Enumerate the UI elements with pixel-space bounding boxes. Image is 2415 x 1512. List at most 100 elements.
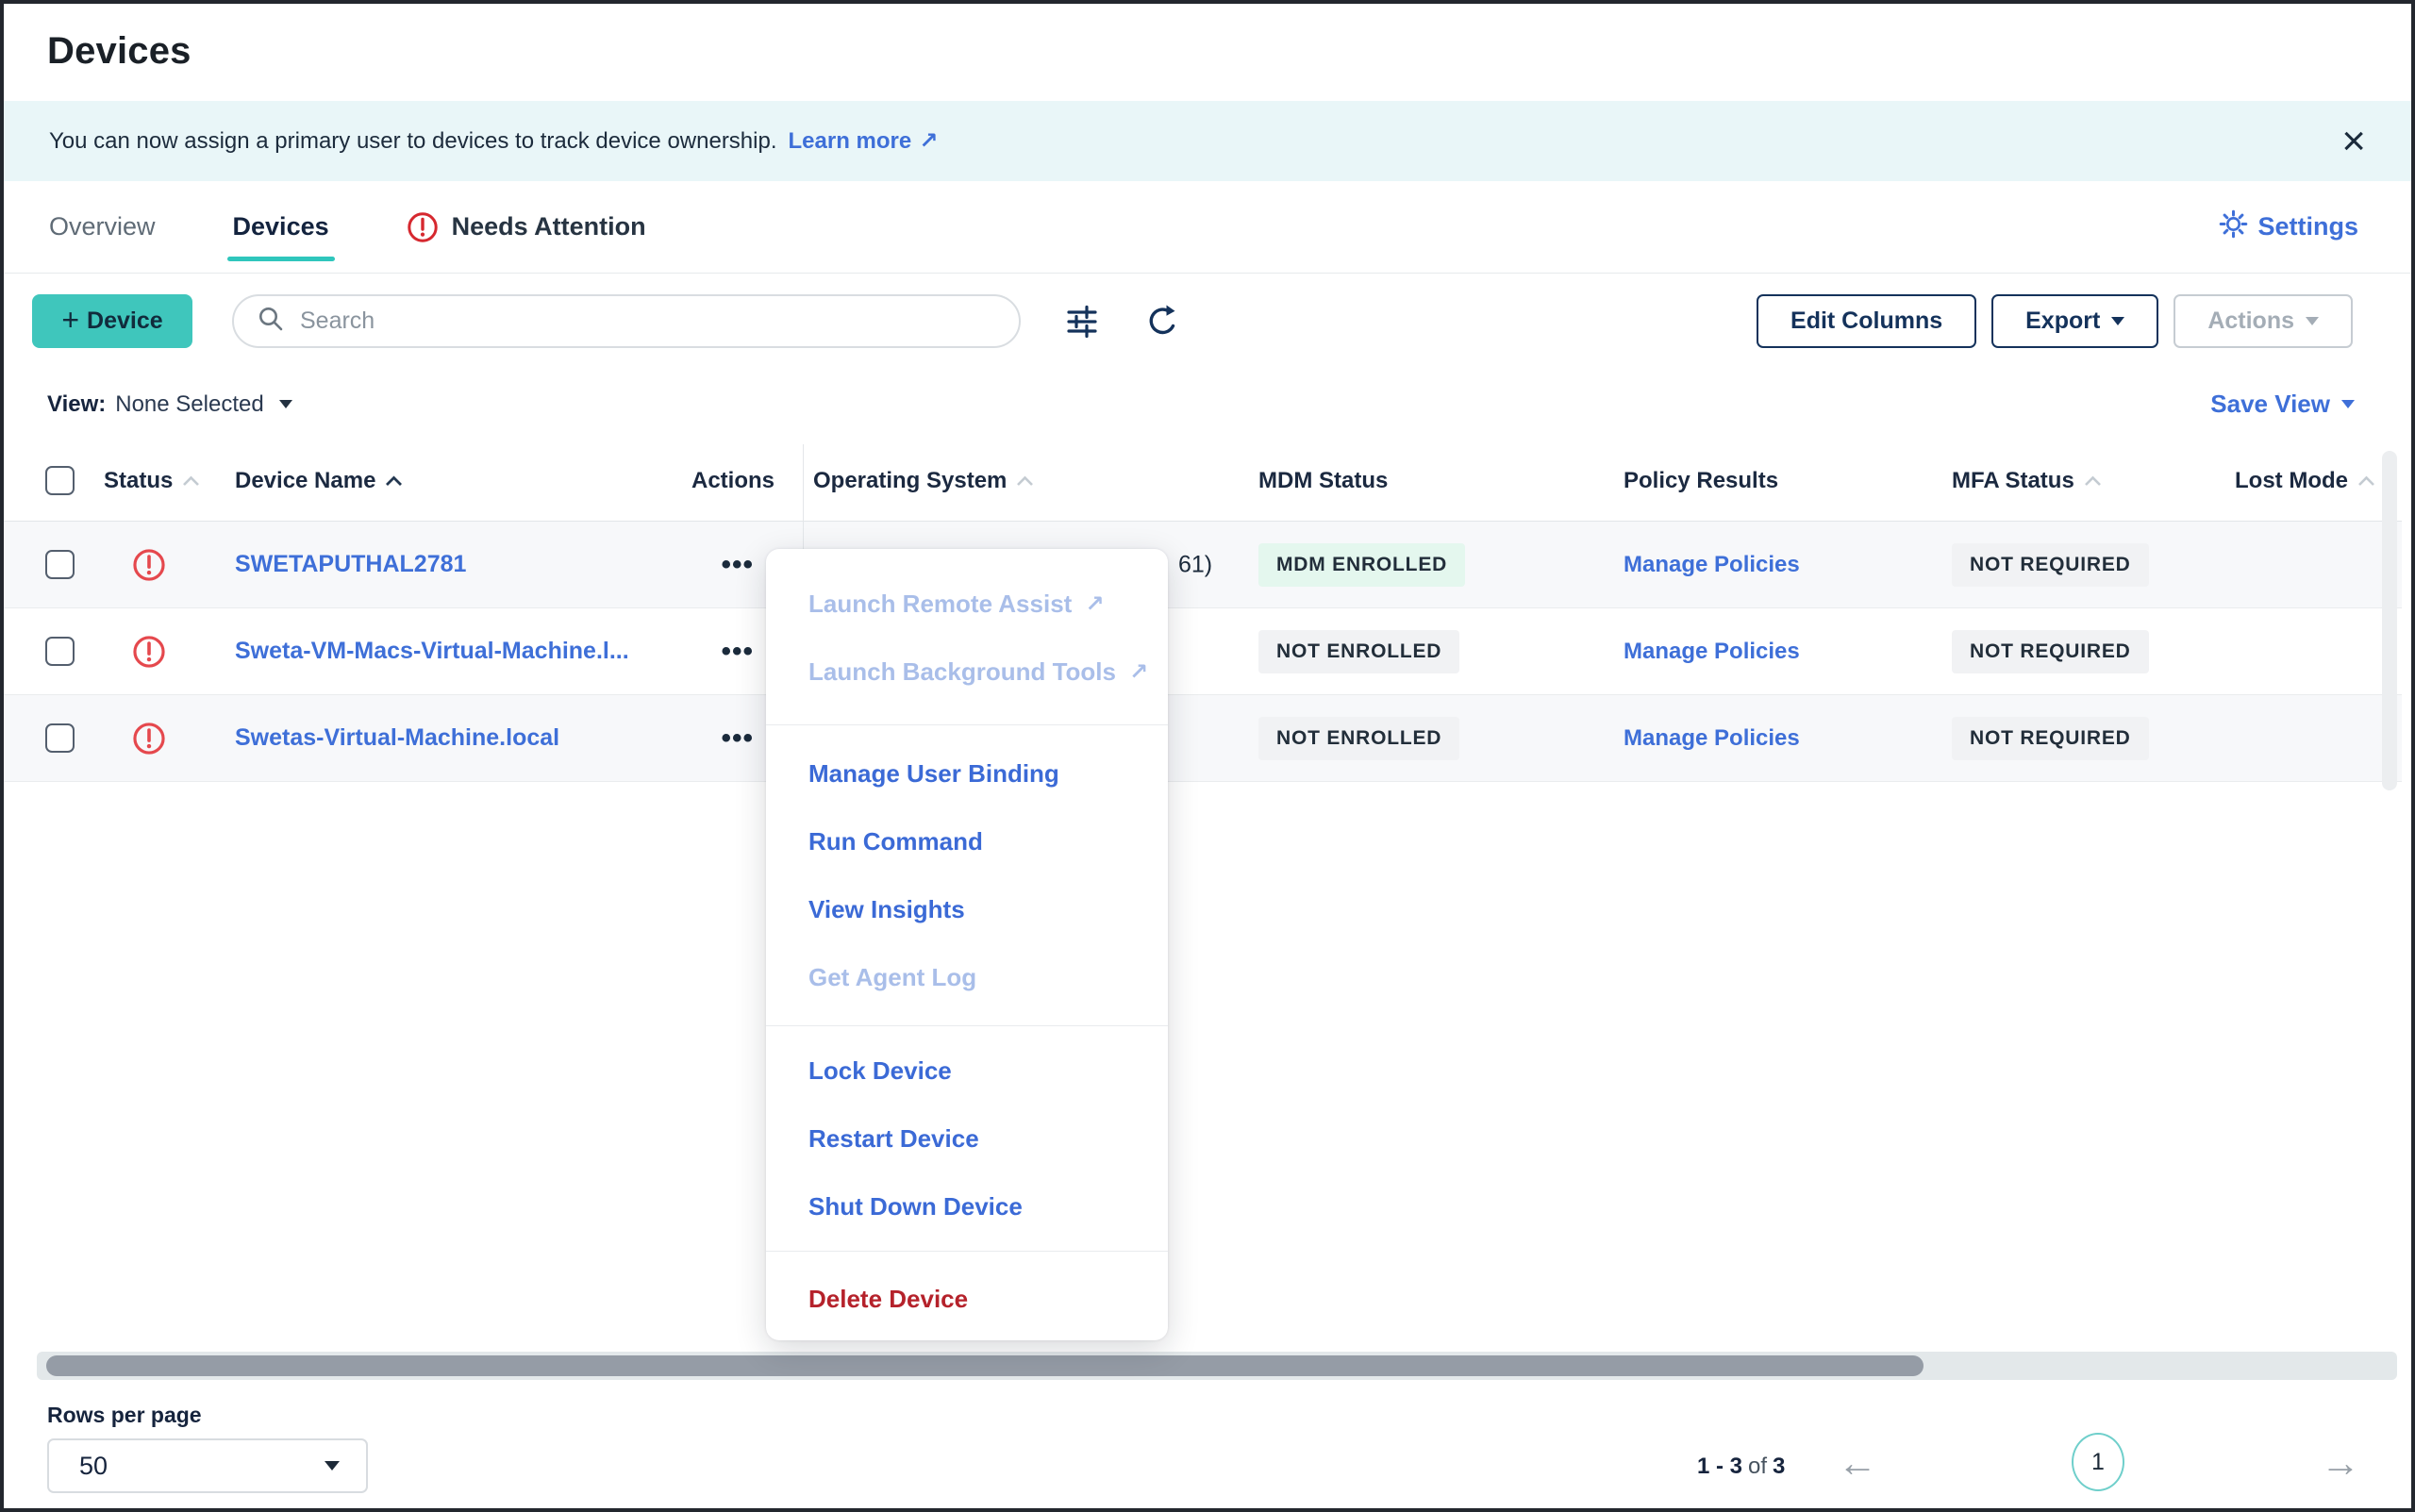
current-page-button[interactable]: 1 [2072,1433,2124,1491]
menu-item-launch-background-tools[interactable]: Launch Background Tools ↗ [766,638,1168,706]
mdm-status-badge: MDM ENROLLED [1258,543,1465,587]
menu-item-shut-down-device[interactable]: Shut Down Device [766,1172,1168,1240]
add-device-button[interactable]: + Device [32,294,192,348]
select-all-checkbox[interactable] [45,466,75,495]
refresh-icon[interactable] [1143,302,1181,340]
search-icon [257,305,285,338]
table-row: Sweta-VM-Macs-Virtual-Machine.l... ••• N… [4,608,2402,695]
horizontal-scrollbar-thumb[interactable] [46,1355,1924,1376]
actions-button[interactable]: Actions [2174,294,2353,348]
horizontal-scrollbar-track[interactable] [37,1352,2397,1380]
device-name-link[interactable]: Sweta-VM-Macs-Virtual-Machine.l... [235,638,629,664]
export-button[interactable]: Export [1991,294,2158,348]
page-header: Devices [4,4,2411,101]
view-caret-down-icon[interactable] [279,400,292,408]
mfa-status-badge: NOT REQUIRED [1952,630,2149,673]
caret-down-icon [325,1461,340,1470]
row-checkbox[interactable] [45,637,75,666]
caret-down-icon [2306,317,2319,325]
column-header-lost-mode[interactable]: Lost Mode [2202,468,2402,494]
row-actions-menu-icon[interactable]: ••• [721,642,754,661]
mdm-status-badge: NOT ENROLLED [1258,717,1459,760]
sort-chevron-icon [385,475,403,487]
table-header-row: Status Device Name Actions Operating Sys… [4,440,2402,522]
learn-more-link[interactable]: Learn more [789,128,912,155]
manage-policies-link[interactable]: Manage Policies [1624,552,1800,577]
devices-table: Status Device Name Actions Operating Sys… [4,440,2402,782]
device-name-link[interactable]: Swetas-Virtual-Machine.local [235,724,559,751]
sort-chevron-icon [2084,475,2102,487]
column-header-actions: Actions [664,468,803,494]
filter-icon[interactable] [1064,303,1100,339]
view-label: View: [47,391,106,418]
menu-item-run-command[interactable]: Run Command [766,807,1168,875]
row-actions-context-menu: Launch Remote Assist ↗ Launch Background… [766,549,1168,1340]
row-checkbox[interactable] [45,723,75,753]
close-icon[interactable]: × [2341,127,2366,156]
menu-item-delete-device[interactable]: Delete Device [766,1265,1168,1333]
menu-item-manage-user-binding[interactable]: Manage User Binding [766,739,1168,807]
view-bar: View: None Selected Save View [4,368,2411,440]
menu-item-view-insights[interactable]: View Insights [766,875,1168,943]
menu-item-lock-device[interactable]: Lock Device [766,1037,1168,1105]
next-page-arrow-icon[interactable]: → [2321,1438,2360,1487]
info-banner: You can now assign a primary user to dev… [4,101,2411,181]
row-actions-menu-icon[interactable]: ••• [721,556,754,574]
external-link-icon: ↗ [1085,590,1104,618]
gear-icon [2219,209,2248,245]
status-alert-icon [98,635,207,669]
tab-bar: Overview Devices Needs Attention [4,181,2411,274]
status-alert-icon [98,548,207,582]
sort-chevron-icon [2357,475,2375,487]
menu-item-restart-device[interactable]: Restart Device [766,1105,1168,1172]
view-selected-value: None Selected [115,391,263,418]
search-box[interactable] [232,294,1021,348]
column-header-status[interactable]: Status [98,468,207,494]
toolbar: + Device [4,274,2411,368]
os-partial-text: 61) [1178,551,1212,578]
column-header-operating-system[interactable]: Operating System [803,468,1230,494]
status-alert-icon [98,722,207,756]
banner-message: You can now assign a primary user to dev… [49,128,777,155]
menu-item-launch-remote-assist[interactable]: Launch Remote Assist ↗ [766,570,1168,638]
tab-needs-attention[interactable]: Needs Attention [407,181,646,273]
external-link-icon: ↗ [919,127,938,155]
tab-overview[interactable]: Overview [49,181,156,273]
column-header-mfa-status[interactable]: MFA Status [1928,468,2202,494]
save-view-button[interactable]: Save View [2210,390,2355,419]
device-name-link[interactable]: SWETAPUTHAL2781 [235,551,466,577]
rows-per-page-select[interactable]: 50 [47,1438,368,1493]
mdm-status-badge: NOT ENROLLED [1258,630,1459,673]
pagination-footer: Rows per page 50 1 - 3of3 ← 1 → [4,1386,2411,1508]
sort-chevron-icon [1016,475,1034,487]
vertical-scrollbar[interactable] [2382,451,2397,790]
page-title: Devices [47,30,2411,73]
column-header-mdm-status[interactable]: MDM Status [1230,468,1598,494]
external-link-icon: ↗ [1129,658,1148,686]
row-actions-menu-icon[interactable]: ••• [721,729,754,748]
devices-page: Devices You can now assign a primary use… [0,0,2415,1512]
alert-icon [407,211,439,243]
header-checkbox-cell [4,466,98,495]
mfa-status-badge: NOT REQUIRED [1952,543,2149,587]
menu-item-get-agent-log[interactable]: Get Agent Log [766,943,1168,1011]
toolbar-right-buttons: Edit Columns Export Actions [1757,294,2353,348]
manage-policies-link[interactable]: Manage Policies [1624,725,1800,751]
column-header-device-name[interactable]: Device Name [207,468,664,494]
edit-columns-button[interactable]: Edit Columns [1757,294,1976,348]
table-row: Swetas-Virtual-Machine.local ••• NOT ENR… [4,695,2402,782]
search-input[interactable] [300,307,996,335]
pagination-range: 1 - 3of3 [1697,1454,1785,1480]
caret-down-icon [2111,317,2124,325]
settings-link[interactable]: Settings [2219,209,2411,245]
manage-policies-link[interactable]: Manage Policies [1624,639,1800,664]
caret-down-icon [2341,400,2355,408]
previous-page-arrow-icon[interactable]: ← [1838,1438,1877,1487]
sort-chevron-icon [182,475,200,487]
rows-per-page-label: Rows per page [47,1403,202,1428]
tab-devices[interactable]: Devices [233,181,329,273]
mfa-status-badge: NOT REQUIRED [1952,717,2149,760]
column-header-policy-results[interactable]: Policy Results [1598,468,1928,494]
row-checkbox[interactable] [45,550,75,579]
table-row: SWETAPUTHAL2781 ••• 61) MDM ENROLLED Man… [4,522,2402,608]
